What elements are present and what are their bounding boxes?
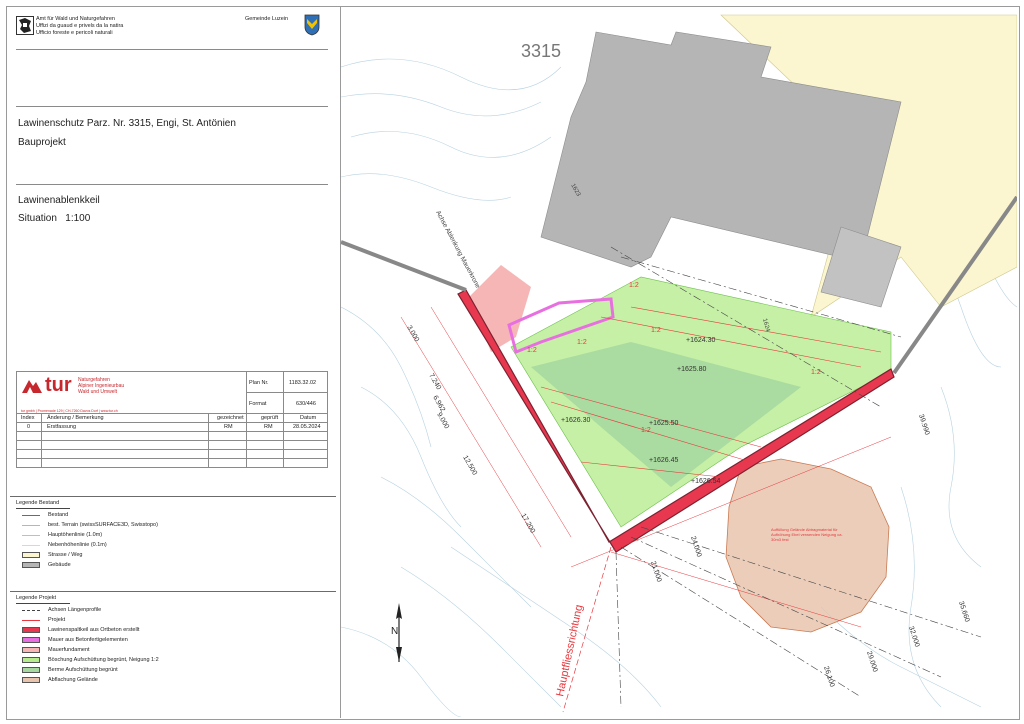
level-label: +1626.45 (649, 457, 678, 464)
legend-project-symbol (22, 610, 40, 611)
legend-project-symbol (22, 677, 40, 683)
svg-text:1:2: 1:2 (651, 327, 661, 334)
row-drawn: RM (224, 424, 233, 430)
level-label: +1626.30 (561, 417, 590, 424)
legend-project-label: Berme Aufschüttung begrünt (48, 667, 118, 673)
legend-project-symbol (22, 627, 40, 633)
legend-existing-label: best. Terrain (swissSURFACE3D, Swisstopo… (48, 522, 158, 528)
row-index: 0 (27, 424, 31, 430)
company-logo (21, 376, 43, 394)
level-label: +1624.30 (686, 337, 715, 344)
legend-project-symbol (22, 620, 40, 621)
office-line-it: Ufficio foreste e pericoli naturali (36, 30, 113, 36)
col-index: Index (21, 415, 35, 421)
legend-project-symbol (22, 657, 40, 663)
legend-project-symbol (22, 667, 40, 673)
col-drawn: gezeichnet (217, 415, 244, 421)
title-block: tur Naturgefahren Alpiner Ingenieurbau W… (16, 371, 328, 468)
legend-existing-label: Hauptöhenlinie (1.0m) (48, 532, 103, 538)
legend-existing-title: Legende Bestand (16, 500, 60, 506)
north-label: N (391, 626, 398, 637)
legend-existing-symbol (22, 545, 40, 546)
svg-text:1:2: 1:2 (527, 347, 537, 354)
svg-text:9.000: 9.000 (435, 412, 450, 431)
project-title: Lawinenschutz Parz. Nr. 3315, Engi, St. … (18, 118, 236, 129)
site-plan-map: 3315 Hauptfliessrichtung Achse Ablenkung… (341, 7, 1017, 717)
legend-existing-symbol (22, 525, 40, 526)
svg-text:39.990: 39.990 (917, 413, 930, 436)
existing-wall-left (341, 240, 467, 292)
plan-title: Lawinenablenkkeil (18, 195, 100, 206)
level-label: +1626.54 (691, 478, 720, 485)
legend-project-symbol (22, 647, 40, 653)
legend-existing-label: Gebäude (48, 562, 71, 568)
site-plan-drawing: 3315 Hauptfliessrichtung Achse Ablenkung… (341, 14, 1017, 717)
axis-label: Achse Ablenkung Mauerkrone (434, 210, 481, 290)
svg-text:26.100: 26.100 (822, 665, 835, 688)
flow-direction-label: Hauptfliessrichtung (554, 604, 585, 698)
company-logo-text: tur (45, 374, 72, 396)
legend-existing-label: Bestand (48, 512, 69, 518)
canton-logo (16, 16, 34, 35)
legend-project-label: Mauerfundament (48, 647, 90, 653)
col-date: Datum (300, 415, 317, 421)
company-description: Naturgefahren Alpiner Ingenieurbau Wald … (78, 377, 125, 395)
level-label: +1625.80 (677, 366, 706, 373)
legend-project-label: Mauer aus Betonfertigelementen (48, 637, 128, 643)
legend-project-title: Legende Projekt (16, 595, 57, 601)
project-phase: Bauprojekt (18, 137, 66, 148)
svg-text:24.000: 24.000 (689, 535, 702, 558)
legend-project-label: Böschung Aufschüttung begrünt, Neigung 1… (48, 657, 159, 663)
legend-project-label: Projekt (48, 617, 66, 623)
row-checked: RM (264, 424, 273, 430)
legend-existing-symbol (22, 562, 40, 568)
svg-text:6.962: 6.962 (431, 395, 446, 414)
col-checked: geprüft (261, 415, 279, 421)
svg-text:1:2: 1:2 (629, 282, 639, 289)
plan-nr-label: Plan Nr. (249, 380, 269, 386)
row-remark: Erstfassung (47, 424, 77, 430)
plan-scale: Situation 1:100 (18, 213, 91, 224)
legend-project-label: Lawinenspaltkeil aus Ortbeton erstellt (48, 627, 140, 633)
svg-text:35.660: 35.660 (957, 600, 970, 623)
legend-existing-symbol (22, 535, 40, 536)
svg-text:21.000: 21.000 (649, 560, 662, 583)
svg-text:7.240: 7.240 (427, 373, 442, 392)
office-line-rm: Uffizi da guaud e privels da la natira (36, 23, 124, 29)
svg-text:3.000: 3.000 (405, 325, 420, 344)
title-panel: Amt für Wald und Naturgefahren Uffizi da… (6, 6, 341, 718)
legend-existing-label: Strasse / Weg (48, 552, 83, 558)
svg-text:1:2: 1:2 (811, 369, 821, 376)
svg-text:12.500: 12.500 (461, 455, 478, 477)
svg-text:29.000: 29.000 (865, 650, 878, 673)
office-line-de: Amt für Wald und Naturgefahren (36, 16, 115, 22)
legend-project-label: Achsen Längenprofile (48, 607, 102, 613)
parcel-number: 3315 (521, 41, 561, 61)
municipality-crest-icon (304, 14, 320, 36)
office-name: Amt für Wald und Naturgefahren Uffizi da… (36, 16, 186, 37)
plan-nr-value: 1183.32.02 (289, 380, 317, 386)
col-remark: Änderung / Bemerkung (47, 415, 104, 421)
legend-existing-symbol (22, 552, 40, 558)
wall-foundation (469, 265, 531, 352)
flattening-note: Auffüllung Gelände Abtragmaterial für Au… (771, 527, 843, 542)
format-value: 630/446 (296, 401, 316, 407)
svg-text:1:2: 1:2 (641, 427, 651, 434)
legend-project-label: Abflachung Gelände (48, 677, 98, 683)
municipality-name: Gemeinde Luzein (245, 16, 289, 22)
legend-existing-label: Nebenhöhenlinie (0.1m) (48, 542, 107, 548)
legend-existing-symbol (22, 515, 40, 516)
format-label: Format (249, 401, 267, 407)
row-date: 28.05.2024 (293, 424, 321, 430)
level-label: +1625.50 (649, 420, 678, 427)
svg-text:17.200: 17.200 (519, 513, 536, 535)
legend-project-symbol (22, 637, 40, 643)
svg-text:1:2: 1:2 (577, 339, 587, 346)
